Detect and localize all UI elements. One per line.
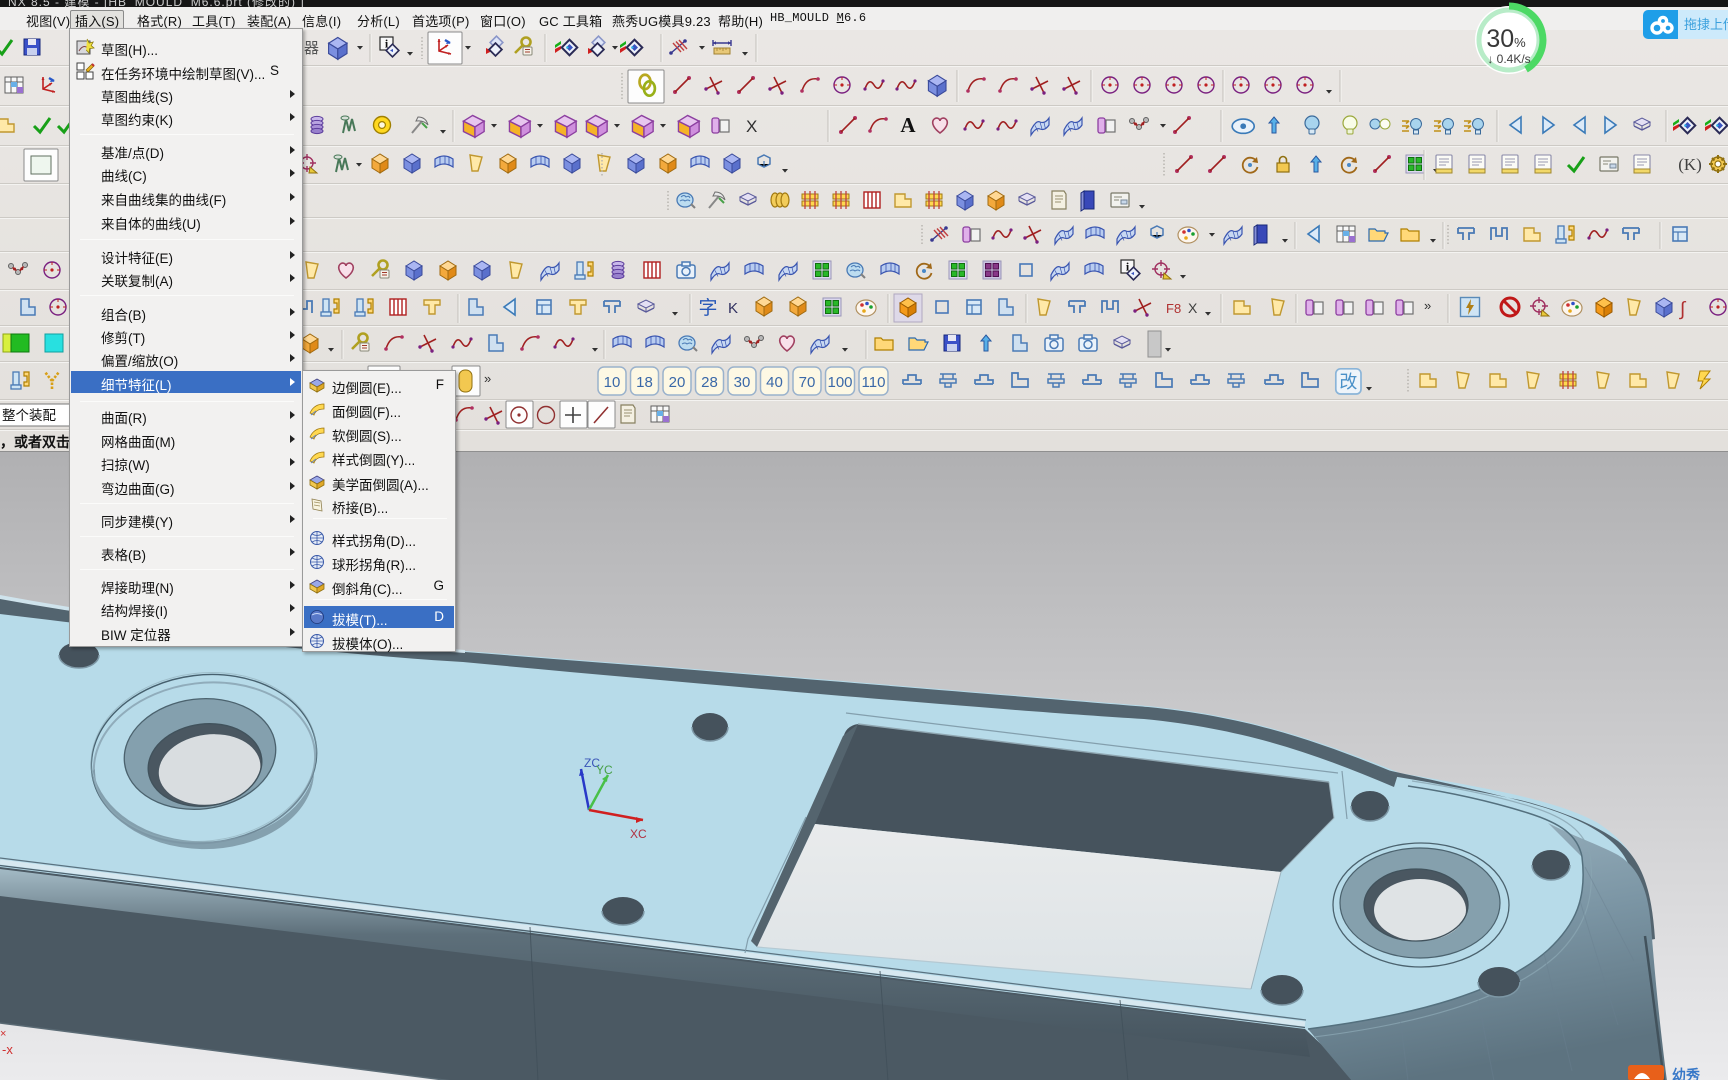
svg-text:20: 20 [669,374,686,391]
svg-text:28: 28 [701,374,718,391]
svg-text:×: × [0,1028,6,1040]
svg-text:10: 10 [604,374,621,391]
svg-text:器: 器 [304,40,319,57]
svg-text:110: 110 [862,374,886,391]
svg-text:K: K [728,300,738,317]
svg-text:X: X [1188,300,1198,316]
svg-text:40: 40 [766,374,783,391]
svg-text:30: 30 [734,374,751,391]
svg-text:X: X [746,117,757,136]
svg-text:XC: XC [630,827,647,841]
svg-text:70: 70 [799,374,816,391]
svg-text:YC: YC [596,763,613,777]
svg-text:18: 18 [636,374,653,391]
svg-text:整个装配: 整个装配 [2,408,56,423]
svg-text:幼秀: 幼秀 [1672,1067,1701,1080]
svg-text:↓ 0.4K/s: ↓ 0.4K/s [1487,52,1530,66]
svg-text:-x: -x [2,1042,13,1057]
svg-text:100: 100 [827,374,852,391]
svg-text:∫: ∫ [1679,299,1687,320]
svg-text:F8: F8 [1166,301,1181,316]
svg-text:»: » [484,371,491,386]
svg-text:»: » [1424,298,1431,313]
